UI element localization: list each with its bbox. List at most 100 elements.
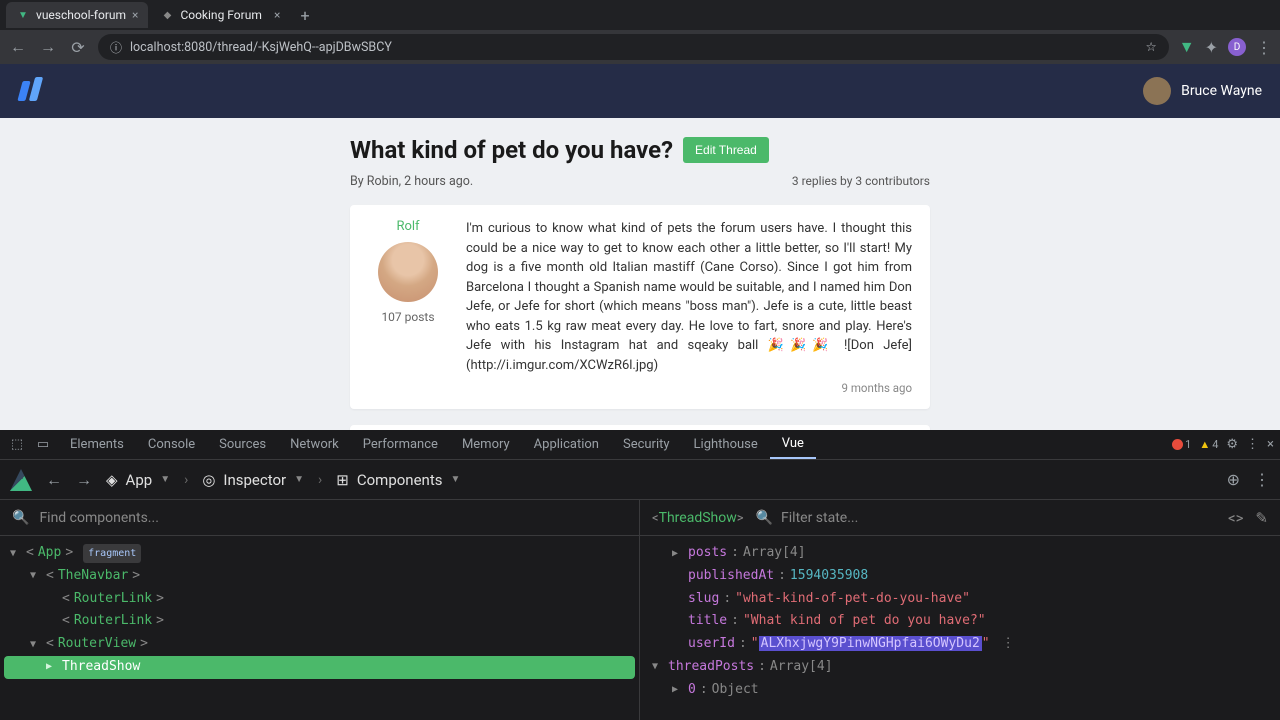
component-tree: ▼ <App> fragment ▼ <TheNavbar> <RouterLi… <box>0 536 639 685</box>
settings-icon[interactable]: ⚙ <box>1226 437 1238 452</box>
chevron-down-icon: ▼ <box>450 474 460 485</box>
devtools-tabs: ⬚ ▭ Elements Console Sources Network Per… <box>0 430 1280 460</box>
tree-icon: ⊞ <box>336 471 349 489</box>
edit-icon[interactable]: ✎ <box>1255 509 1268 527</box>
thread-title: What kind of pet do you have? <box>350 136 673 164</box>
thread-replies: 3 replies by 3 contributors <box>792 174 930 189</box>
back-button[interactable]: ← <box>46 470 62 490</box>
close-icon[interactable]: × <box>274 8 280 22</box>
locate-icon[interactable]: ⊕ <box>1227 470 1240 489</box>
inspector-selector[interactable]: ◎ Inspector ▼ <box>202 471 304 489</box>
user-name: Bruce Wayne <box>1181 83 1262 99</box>
post-time: 9 months ago <box>466 381 912 395</box>
url-input[interactable]: ⓘ localhost:8080/thread/-KsjWehQ--apjDBw… <box>98 34 1169 60</box>
url-text: localhost:8080/thread/-KsjWehQ--apjDBwSB… <box>130 40 392 55</box>
chevron-right-icon: › <box>318 472 322 488</box>
close-icon[interactable]: × <box>132 8 138 22</box>
thread-content: What kind of pet do you have? Edit Threa… <box>350 136 930 430</box>
chevron-down-icon: ▼ <box>160 474 170 485</box>
profile-button[interactable]: D <box>1228 38 1246 56</box>
chevron-right-icon: › <box>184 472 188 488</box>
state-row[interactable]: ▶ posts: Array[4] <box>652 542 1268 565</box>
edit-thread-button[interactable]: Edit Thread <box>683 137 769 163</box>
avatar <box>378 242 438 302</box>
toolbar-right: ▼ ✦ D ⋮ <box>1179 37 1272 57</box>
logo-icon[interactable] <box>18 77 46 105</box>
collapse-icon[interactable]: ▼ <box>10 545 22 563</box>
app-viewport: Bruce Wayne What kind of pet do you have… <box>0 64 1280 430</box>
tab-memory[interactable]: Memory <box>450 430 522 459</box>
tree-node-selected[interactable]: ▶ ThreadShow <box>4 656 635 679</box>
user-menu[interactable]: Bruce Wayne <box>1143 77 1262 105</box>
state-panel: <ThreadShow> 🔍 Filter state... <> ✎ ▶ po… <box>640 500 1280 720</box>
expand-icon[interactable]: ▶ <box>46 658 58 676</box>
browser-tab[interactable]: ◆ Cooking Forum × <box>150 2 290 28</box>
extensions-icon[interactable]: ✦ <box>1205 38 1218 57</box>
avatar <box>1143 77 1171 105</box>
state-row[interactable]: slug: "what-kind-of-pet-do-you-have" <box>652 588 1268 611</box>
tab-network[interactable]: Network <box>278 430 351 459</box>
browser-tab-active[interactable]: ▼ vueschool-forum × <box>6 2 148 28</box>
tab-security[interactable]: Security <box>611 430 682 459</box>
back-button[interactable]: ← <box>8 37 28 57</box>
menu-icon[interactable]: ⋮ <box>1254 470 1270 489</box>
tab-sources[interactable]: Sources <box>207 430 278 459</box>
state-row[interactable]: title: "What kind of pet do you have?" <box>652 610 1268 633</box>
close-icon[interactable]: × <box>1267 437 1274 452</box>
tab-performance[interactable]: Performance <box>351 430 450 459</box>
search-icon: 🔍 <box>12 510 29 526</box>
app-navbar: Bruce Wayne <box>0 64 1280 118</box>
layers-icon: ◈ <box>106 471 118 489</box>
state-row[interactable]: userId: "ALXhxjwgY9PinwNGHpfai6OWyDu2" ⋮ <box>652 633 1268 656</box>
tab-bar: ▼ vueschool-forum × ◆ Cooking Forum × + <box>0 0 1280 30</box>
component-search[interactable]: 🔍 Find components... <box>0 500 639 536</box>
collapse-icon[interactable]: ▼ <box>30 567 42 585</box>
tab-title: vueschool-forum <box>36 8 126 22</box>
post-body: I'm curious to know what kind of pets th… <box>466 219 912 375</box>
components-selector[interactable]: ⊞ Components ▼ <box>336 471 460 489</box>
collapse-icon[interactable]: ▼ <box>30 636 42 654</box>
state-row[interactable]: ▶ 0: Object <box>652 679 1268 702</box>
component-tree-panel: 🔍 Find components... ▼ <App> fragment ▼ … <box>0 500 640 720</box>
tab-vue[interactable]: Vue <box>770 430 816 459</box>
forward-button[interactable]: → <box>38 37 58 57</box>
tree-node[interactable]: <RouterLink> <box>10 588 629 611</box>
menu-icon[interactable]: ⋮ <box>1246 437 1259 452</box>
favicon-icon: ◆ <box>160 8 174 22</box>
tree-node[interactable]: ▼ <RouterView> <box>10 633 629 656</box>
tab-elements[interactable]: Elements <box>58 430 136 459</box>
inspect-element-icon[interactable]: ⬚ <box>6 434 28 456</box>
app-selector[interactable]: ◈ App ▼ <box>106 471 170 489</box>
state-search[interactable]: 🔍 Filter state... <box>756 510 1216 526</box>
vue-extension-icon[interactable]: ▼ <box>1179 37 1195 57</box>
tree-node[interactable]: <RouterLink> <box>10 610 629 633</box>
reload-button[interactable]: ⟳ <box>68 38 88 57</box>
error-count[interactable]: 1 <box>1172 438 1191 451</box>
state-component-name: <ThreadShow> <box>652 510 744 526</box>
state-tree: ▶ posts: Array[4] publishedAt: 159403590… <box>640 536 1280 707</box>
new-tab-button[interactable]: + <box>292 6 317 25</box>
tree-node[interactable]: ▼ <App> fragment <box>10 542 629 565</box>
tab-application[interactable]: Application <box>522 430 611 459</box>
tree-node[interactable]: ▼ <TheNavbar> <box>10 565 629 588</box>
more-icon[interactable]: ⋮ <box>1002 633 1015 656</box>
vue-logo-icon <box>10 469 32 491</box>
info-icon: ⓘ <box>110 39 122 56</box>
post-author[interactable]: Rolf <box>368 219 448 234</box>
star-icon[interactable]: ☆ <box>1146 39 1157 55</box>
post-card: Rolf 107 posts I'm curious to know what … <box>350 205 930 409</box>
state-row[interactable]: publishedAt: 1594035908 <box>652 565 1268 588</box>
tab-console[interactable]: Console <box>136 430 207 459</box>
state-row[interactable]: ▼ threadPosts: Array[4] <box>652 656 1268 679</box>
menu-icon[interactable]: ⋮ <box>1256 38 1272 57</box>
thread-byline: By Robin, 2 hours ago. <box>350 174 473 189</box>
forward-button[interactable]: → <box>76 470 92 490</box>
tab-title: Cooking Forum <box>180 8 261 22</box>
warning-count[interactable]: ▲4 <box>1199 438 1218 451</box>
browser-chrome: ▼ vueschool-forum × ◆ Cooking Forum × + … <box>0 0 1280 64</box>
tab-lighthouse[interactable]: Lighthouse <box>682 430 770 459</box>
fragment-badge: fragment <box>83 544 141 564</box>
post-count: 107 posts <box>368 310 448 324</box>
open-in-editor-icon[interactable]: <> <box>1228 509 1243 527</box>
device-toolbar-icon[interactable]: ▭ <box>32 434 54 456</box>
